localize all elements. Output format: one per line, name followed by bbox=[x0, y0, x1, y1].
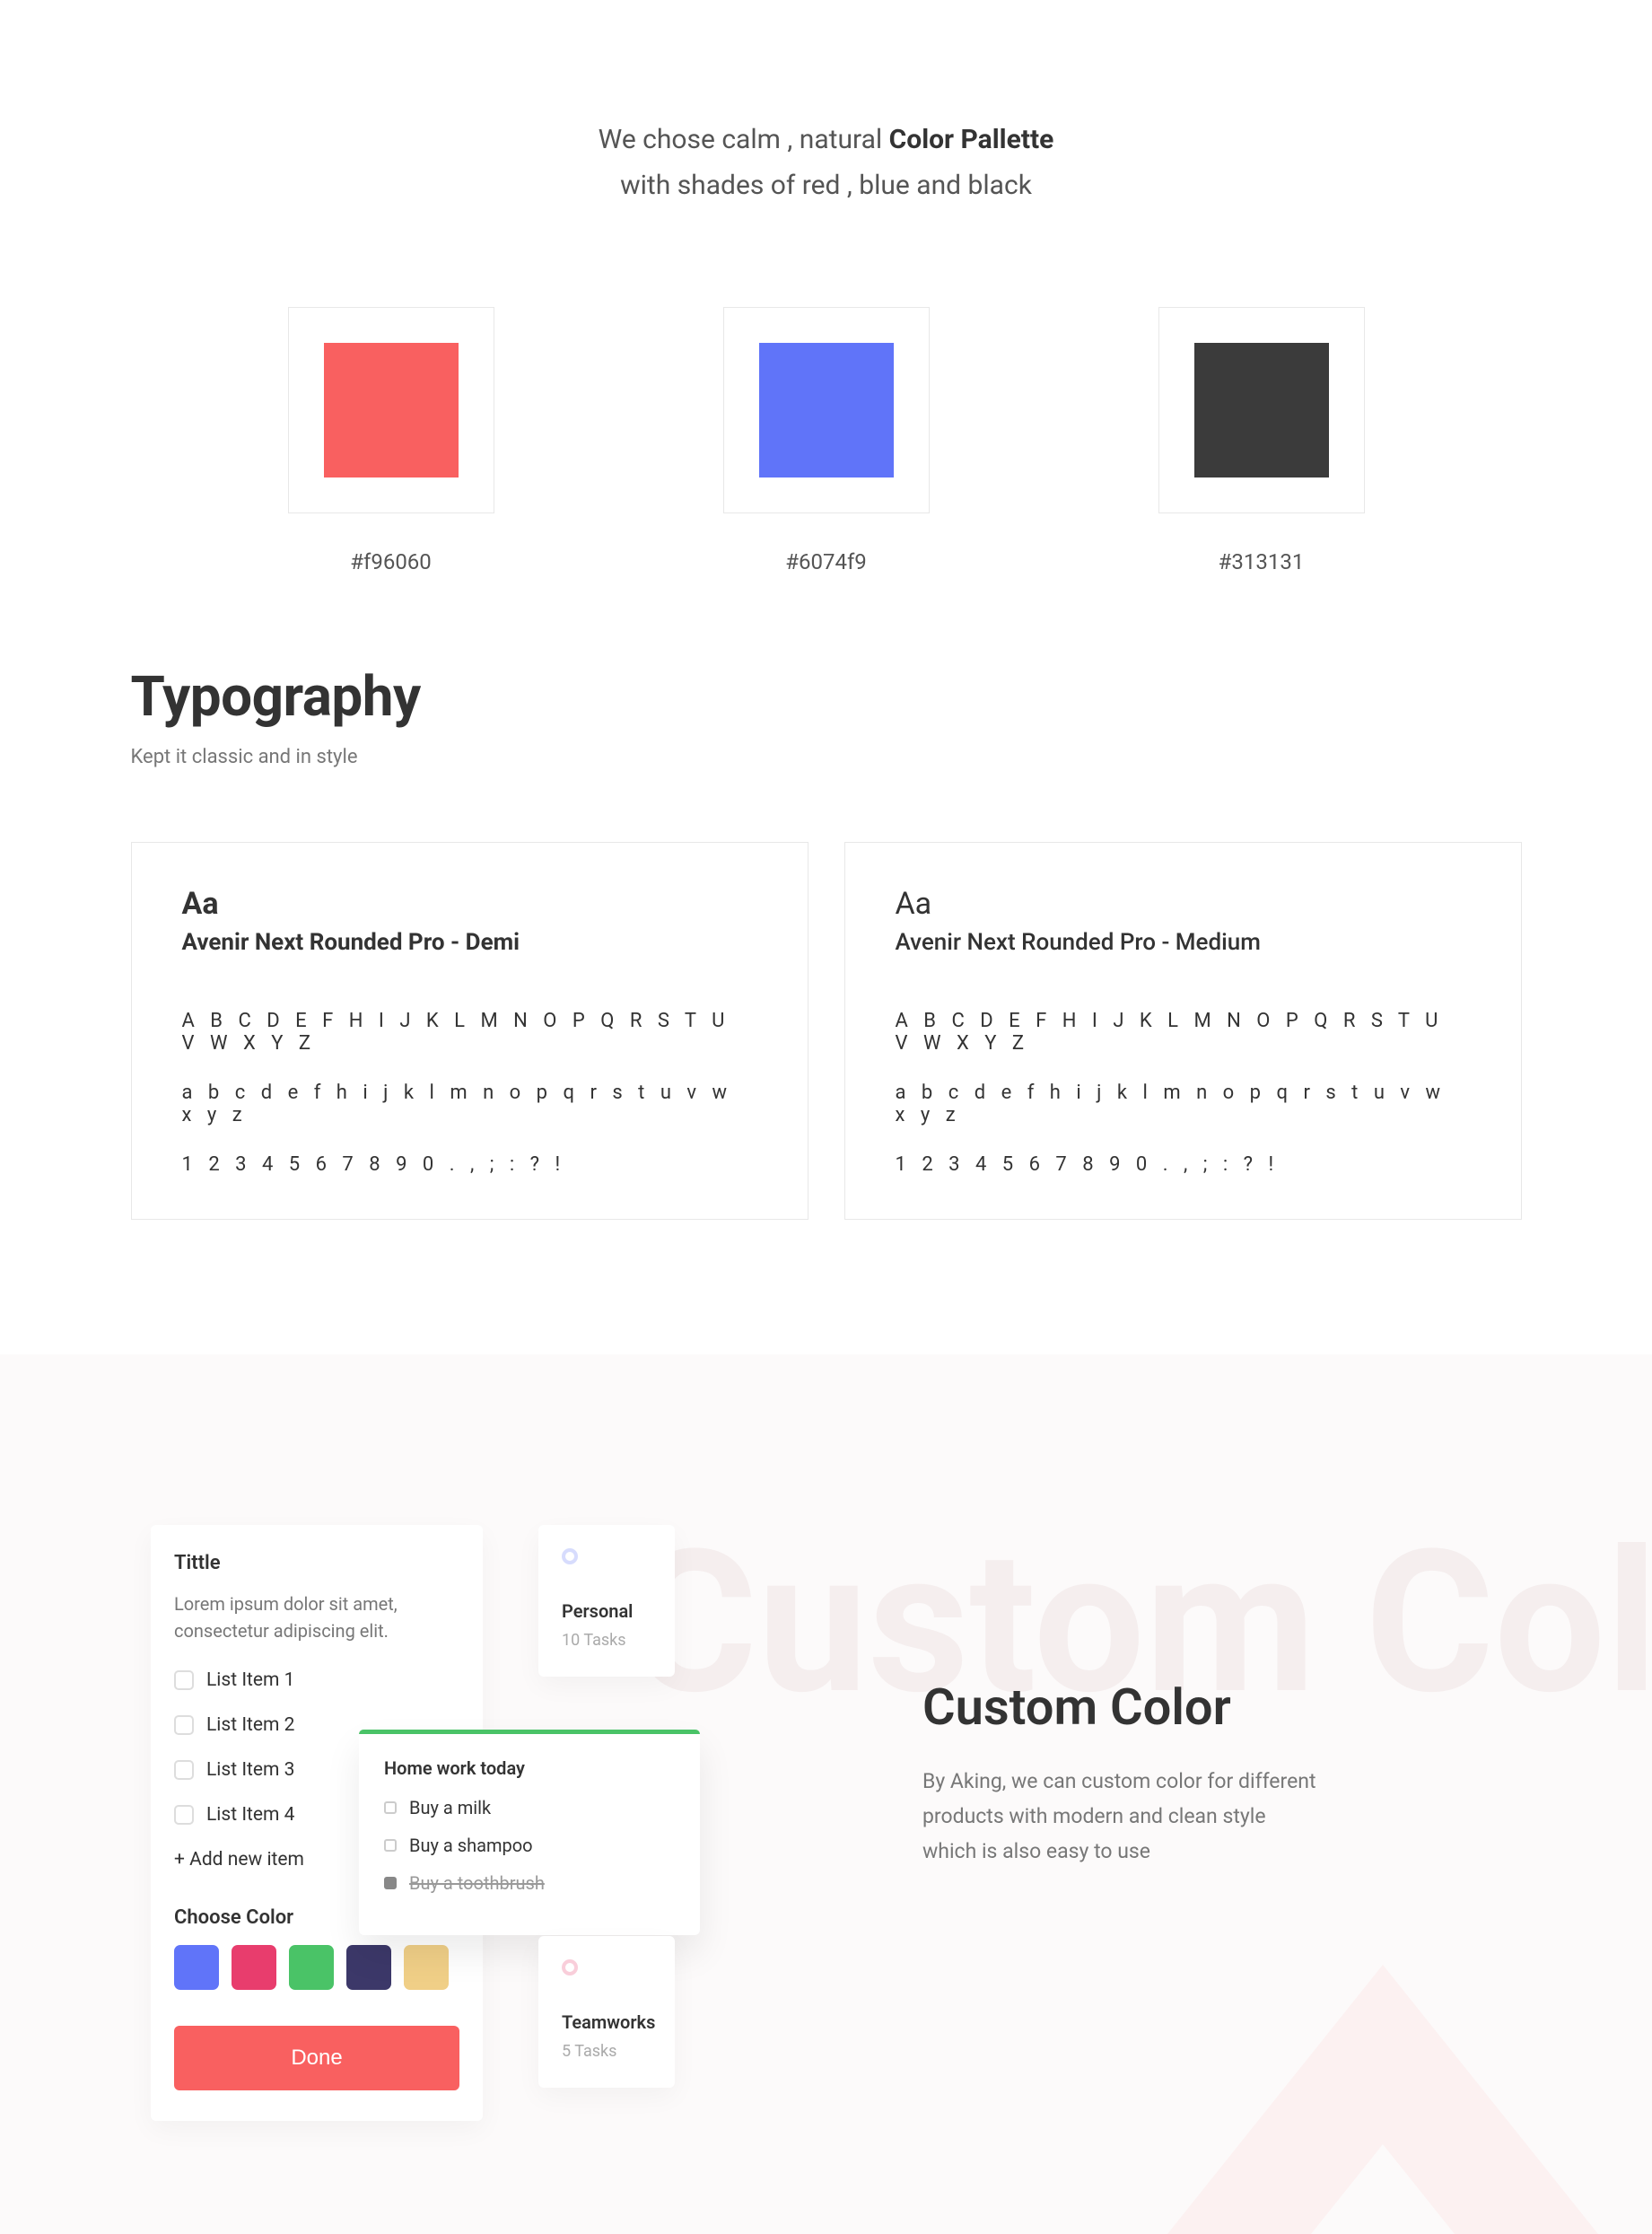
todo-item-label: Buy a toothbrush bbox=[409, 1872, 545, 1894]
typography-card-1: Aa Avenir Next Rounded Pro - Medium A B … bbox=[844, 842, 1522, 1220]
category-count: 5 Tasks bbox=[562, 2042, 651, 2061]
list-item-label: List Item 3 bbox=[206, 1759, 294, 1781]
todo-item[interactable]: Buy a shampoo bbox=[384, 1835, 675, 1856]
checkbox-icon[interactable] bbox=[384, 1877, 397, 1889]
typography-section: Typography Kept it classic and in style … bbox=[131, 664, 1522, 1220]
checkbox-icon[interactable] bbox=[174, 1760, 194, 1780]
checkbox-icon[interactable] bbox=[174, 1805, 194, 1825]
checkbox-icon[interactable] bbox=[174, 1670, 194, 1690]
swatch-card-2 bbox=[1158, 307, 1365, 513]
palette-row: #f96060 #6074f9 #313131 bbox=[288, 307, 1365, 574]
typography-heading: Typography bbox=[131, 664, 1522, 730]
checkbox-icon[interactable] bbox=[384, 1801, 397, 1814]
category-dot-icon bbox=[562, 1548, 578, 1564]
main-card-desc: Lorem ipsum dolor sit amet, consectetur … bbox=[174, 1590, 459, 1644]
swatch-item-2: #313131 bbox=[1158, 307, 1365, 574]
swatch-hex-1: #6074f9 bbox=[785, 549, 867, 574]
category-dot-icon bbox=[562, 1959, 578, 1976]
color-chip-3[interactable] bbox=[346, 1945, 391, 1990]
custom-color-text: Custom Color By Aking, we can custom col… bbox=[922, 1678, 1317, 2153]
palette-intro-prefix: We chose calm , natural bbox=[599, 124, 889, 155]
swatch-item-0: #f96060 bbox=[288, 307, 494, 574]
color-chip-1[interactable] bbox=[232, 1945, 276, 1990]
todo-item-label: Buy a milk bbox=[409, 1797, 491, 1818]
todo-accent-bar bbox=[359, 1730, 700, 1734]
category-card-teamworks[interactable]: Teamworks 5 Tasks bbox=[538, 1936, 675, 2088]
color-chip-row bbox=[174, 1945, 459, 1990]
typo-lower-0: a b c d e f h i j k l m n o p q r s t u … bbox=[182, 1082, 757, 1126]
color-chip-0[interactable] bbox=[174, 1945, 219, 1990]
swatch-card-1 bbox=[723, 307, 930, 513]
typo-nums-0: 1 2 3 4 5 6 7 8 9 0 . , ; : ? ! bbox=[182, 1153, 757, 1176]
list-item-label: List Item 2 bbox=[206, 1714, 294, 1736]
main-card-title: Tittle bbox=[174, 1552, 459, 1574]
todo-card: Home work today Buy a milk Buy a shampoo… bbox=[359, 1730, 700, 1935]
swatch-item-1: #6074f9 bbox=[723, 307, 930, 574]
custom-color-heading: Custom Color bbox=[922, 1678, 1317, 1737]
typo-aa-1: Aa bbox=[896, 886, 1471, 922]
typography-sub: Kept it classic and in style bbox=[131, 746, 1522, 768]
typo-name-1: Avenir Next Rounded Pro - Medium bbox=[896, 929, 1471, 956]
custom-color-section: Custom Color Tittle Lorem ipsum dolor si… bbox=[0, 1354, 1652, 2234]
typography-card-0: Aa Avenir Next Rounded Pro - Demi A B C … bbox=[131, 842, 809, 1220]
checkbox-icon[interactable] bbox=[384, 1839, 397, 1852]
typo-lower-1: a b c d e f h i j k l m n o p q r s t u … bbox=[896, 1082, 1471, 1126]
todo-item[interactable]: Buy a milk bbox=[384, 1797, 675, 1818]
palette-intro-line2: with shades of red , blue and black bbox=[0, 162, 1652, 208]
todo-item[interactable]: Buy a toothbrush bbox=[384, 1872, 675, 1894]
typo-nums-1: 1 2 3 4 5 6 7 8 9 0 . , ; : ? ! bbox=[896, 1153, 1471, 1176]
typo-name-0: Avenir Next Rounded Pro - Demi bbox=[182, 929, 757, 956]
category-name: Teamworks bbox=[562, 2011, 651, 2033]
swatch-0 bbox=[324, 343, 459, 477]
color-chip-4[interactable] bbox=[404, 1945, 449, 1990]
todo-title: Home work today bbox=[384, 1757, 675, 1779]
palette-intro-strong: Color Pallette bbox=[889, 124, 1054, 155]
swatch-card-0 bbox=[288, 307, 494, 513]
cards-cluster: Tittle Lorem ipsum dolor sit amet, conse… bbox=[151, 1525, 833, 2153]
todo-item-label: Buy a shampoo bbox=[409, 1835, 533, 1856]
list-item-label: List Item 4 bbox=[206, 1804, 294, 1826]
swatch-1 bbox=[759, 343, 894, 477]
done-button[interactable]: Done bbox=[174, 2026, 459, 2090]
palette-intro: We chose calm , natural Color Pallette w… bbox=[0, 0, 1652, 208]
custom-color-desc: By Aking, we can custom color for differ… bbox=[922, 1764, 1317, 1869]
typo-upper-1: A B C D E F H I J K L M N O P Q R S T U … bbox=[896, 1010, 1471, 1055]
list-item-label: List Item 1 bbox=[206, 1669, 294, 1691]
category-card-personal[interactable]: Personal 10 Tasks bbox=[538, 1525, 675, 1677]
list-item[interactable]: List Item 1 bbox=[174, 1669, 459, 1691]
todo-list: Buy a milk Buy a shampoo Buy a toothbrus… bbox=[384, 1797, 675, 1894]
swatch-hex-0: #f96060 bbox=[350, 549, 432, 574]
checkbox-icon[interactable] bbox=[174, 1715, 194, 1735]
typo-aa-0: Aa bbox=[182, 886, 757, 922]
swatch-hex-2: #313131 bbox=[1219, 549, 1305, 574]
category-count: 10 Tasks bbox=[562, 1631, 651, 1650]
category-name: Personal bbox=[562, 1600, 651, 1622]
color-chip-2[interactable] bbox=[289, 1945, 334, 1990]
swatch-2 bbox=[1194, 343, 1329, 477]
typo-upper-0: A B C D E F H I J K L M N O P Q R S T U … bbox=[182, 1010, 757, 1055]
